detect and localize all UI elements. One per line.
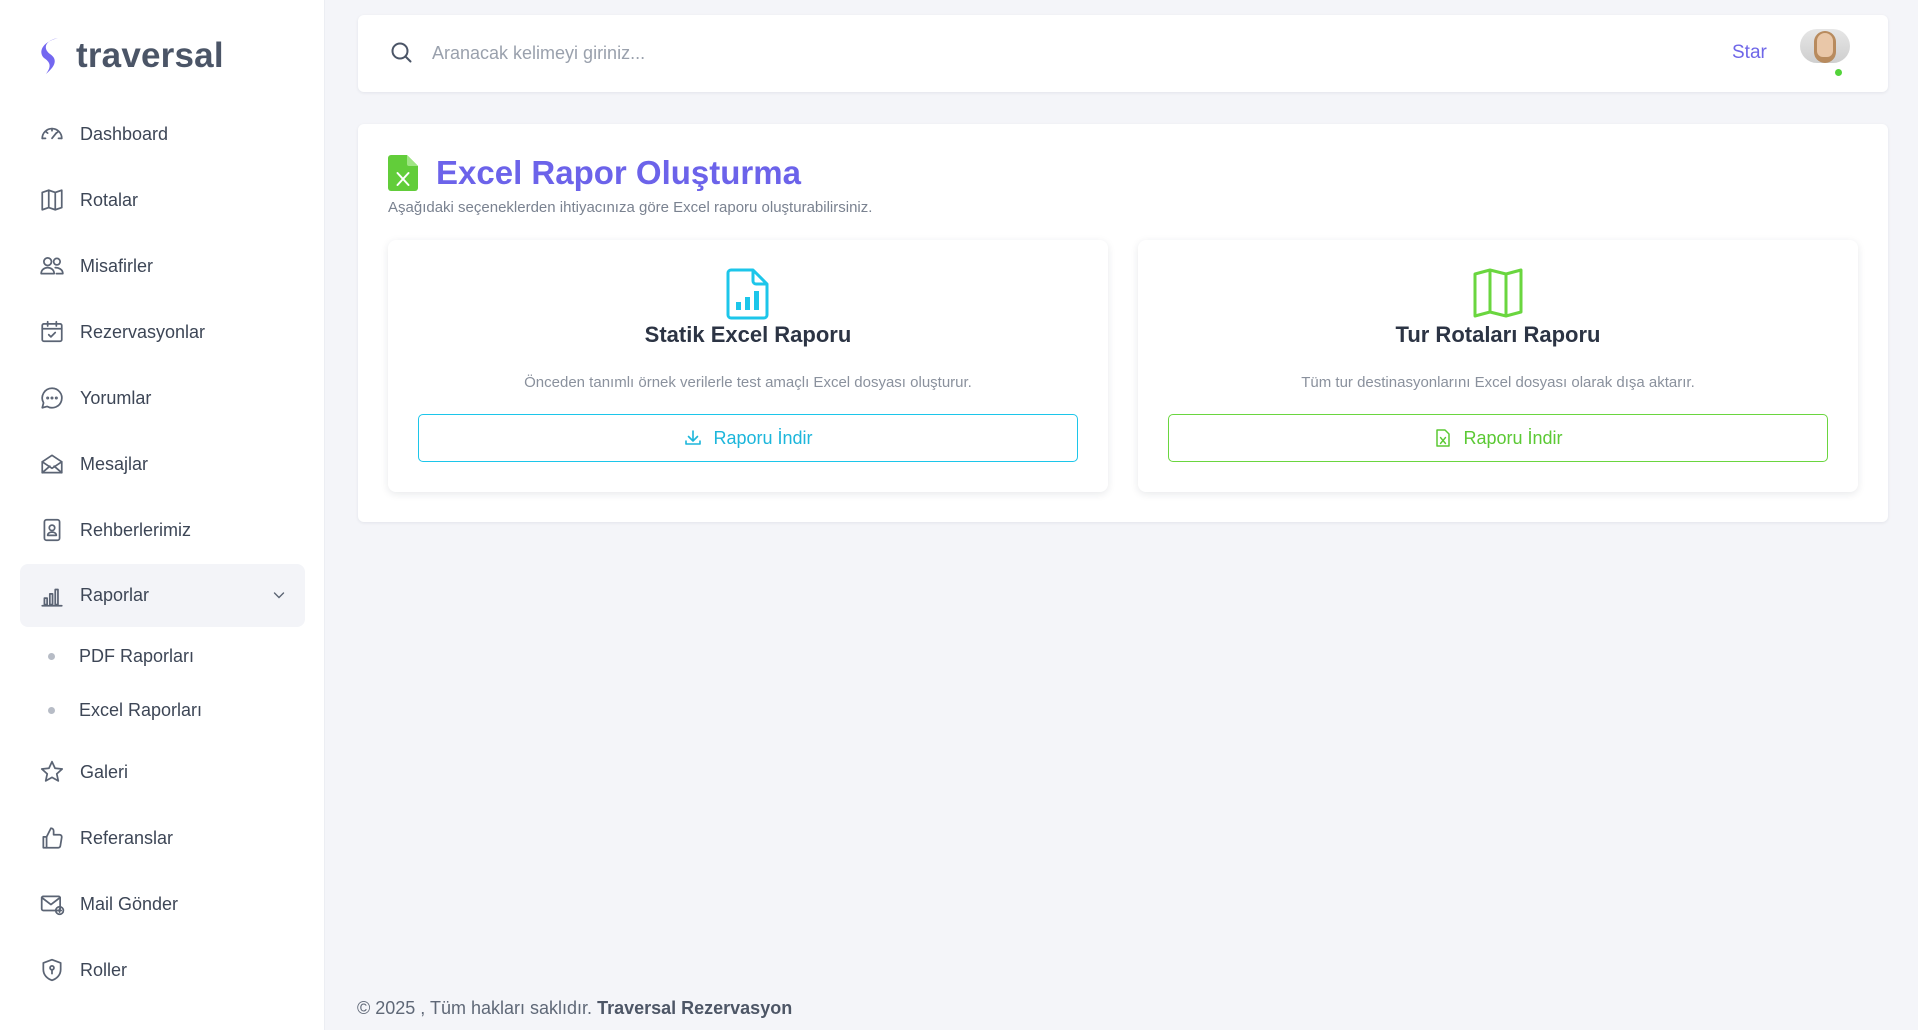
search-input[interactable] [432,35,1332,71]
sidebar-item-mesajlar[interactable]: Mesajlar [20,431,305,497]
static-excel-report-card: Statik Excel Raporu Önceden tanımlı örne… [388,240,1108,492]
page-title-row: Excel Rapor Oluşturma [388,154,801,192]
sidebar-item-rehberlerimiz[interactable]: Rehberlerimiz [20,497,305,563]
sidebar-item-roller[interactable]: Roller [20,937,305,1003]
online-status-indicator [1833,67,1844,78]
sidebar-nav: Dashboard Rotalar Misafirler Rezervasyon… [20,101,305,1003]
map-icon [38,186,66,214]
sidebar-item-label: Dashboard [80,123,169,144]
avatar-face [1817,33,1833,57]
sidebar-item-misafirler[interactable]: Misafirler [20,233,305,299]
bullet-icon [48,706,55,714]
brand-logo[interactable]: traversal [38,36,224,76]
chevron-down-icon [273,592,285,599]
page-subtitle: Aşağıdaki seçeneklerden ihtiyacınıza gör… [388,199,873,216]
sidebar-item-referanslar[interactable]: Referanslar [20,805,305,871]
sidebar-item-label: Referanslar [80,827,174,848]
footer: © 2025 , Tüm hakları saklıdır. Traversal… [357,998,792,1019]
page-title: Excel Rapor Oluşturma [436,154,801,191]
file-chart-icon [726,268,769,320]
sidebar-item-label: Rehberlerimiz [80,519,192,540]
calendar-check-icon [38,318,66,346]
excel-file-icon [1436,429,1451,447]
sidebar-item-dashboard[interactable]: Dashboard [20,101,305,167]
bullet-icon [48,652,55,660]
sidebar-item-label: Rezervasyonlar [80,321,206,342]
sidebar-subitem-excel-raporlari[interactable]: Excel Raporları [20,683,305,737]
footer-copyright: © 2025 , Tüm hakları saklıdır. [357,998,593,1018]
sidebar-item-yorumlar[interactable]: Yorumlar [20,365,305,431]
search-icon[interactable] [388,39,416,67]
sidebar-item-galeri[interactable]: Galeri [20,739,305,805]
download-icon [685,430,702,445]
excel-file-icon [388,155,418,191]
footer-company: Traversal Rezervasyon [597,998,793,1018]
sidebar-item-raporlar[interactable]: Raporlar [20,564,305,627]
sidebar-item-label: Rotalar [80,189,139,210]
sidebar-item-label: Yorumlar [80,387,152,408]
tour-routes-report-card: Tur Rotaları Raporu Tüm tur destinasyonl… [1138,240,1858,492]
button-label: Raporu İndir [1463,427,1563,448]
map-icon [1473,268,1523,318]
mail-open-icon [38,450,66,478]
chat-icon [38,384,66,412]
thumbs-up-icon [38,824,66,852]
users-icon [38,252,66,280]
dashboard-icon [38,120,66,148]
topbar: Star [358,15,1888,92]
button-label: Raporu İndir [713,427,813,448]
sidebar-item-label: Mesajlar [80,453,149,474]
brand-name: traversal [76,36,224,75]
mail-send-icon [38,890,66,918]
sidebar-item-label: Galeri [80,761,129,782]
sidebar-subitem-label: Excel Raporları [79,699,203,720]
bar-chart-icon [38,582,66,610]
download-static-report-button[interactable]: Raporu İndir [418,414,1078,462]
sidebar-item-rotalar[interactable]: Rotalar [20,167,305,233]
sidebar-item-label: Raporlar [80,585,150,605]
download-routes-report-button[interactable]: Raporu İndir [1168,414,1828,462]
shield-icon [38,956,66,984]
avatar[interactable] [1800,29,1850,63]
sidebar-subitem-pdf-raporlari[interactable]: PDF Raporları [20,629,305,683]
user-name-link[interactable]: Star [1732,42,1767,64]
sidebar-item-label: Mail Gönder [80,893,179,914]
sidebar-item-label: Misafirler [80,255,154,276]
id-badge-icon [38,516,66,544]
card-description: Tüm tur destinasyonlarını Excel dosyası … [1301,374,1695,391]
star-icon [38,758,66,786]
sidebar: traversal Dashboard Rotalar Misafirler R… [0,0,325,1030]
sidebar-item-label: Roller [80,959,128,980]
card-description: Önceden tanımlı örnek verilerle test ama… [524,374,972,391]
logo-icon [41,38,58,74]
excel-report-panel: Excel Rapor Oluşturma Aşağıdaki seçenekl… [358,124,1888,522]
sidebar-item-rezervasyonlar[interactable]: Rezervasyonlar [20,299,305,365]
sidebar-subitem-label: PDF Raporları [79,645,195,666]
sidebar-item-mail-gonder[interactable]: Mail Gönder [20,871,305,937]
card-title: Tur Rotaları Raporu [1395,322,1601,347]
card-title: Statik Excel Raporu [644,322,852,347]
